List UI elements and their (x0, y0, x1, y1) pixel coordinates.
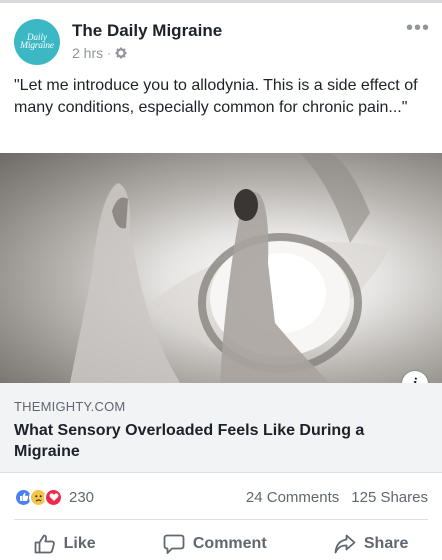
meta-separator: · (107, 46, 112, 60)
link-preview-image[interactable]: i (0, 153, 442, 383)
page-name-link[interactable]: The Daily Migraine (72, 21, 222, 41)
engagement-counts: 24 Comments 125 Shares (246, 489, 428, 506)
love-icon (44, 487, 63, 507)
facebook-post: Daily Migraine The Daily Migraine 2 hrs … (0, 0, 442, 560)
comment-button[interactable]: Comment (163, 534, 267, 555)
post-meta: 2 hrs · (72, 45, 127, 61)
post-header: Daily Migraine The Daily Migraine 2 hrs … (12, 17, 430, 67)
like-label: Like (63, 535, 96, 552)
thumbs-up-icon (34, 534, 55, 554)
post-actions: Like Comment Share (0, 529, 442, 559)
action-divider (14, 519, 428, 520)
link-headline[interactable]: What Sensory Overloaded Feels Like Durin… (14, 420, 428, 462)
comment-bubble-icon (163, 534, 185, 554)
post-timestamp[interactable]: 2 hrs (72, 45, 103, 61)
shares-count-link[interactable]: 125 Shares (351, 489, 428, 506)
post-text: "Let me introduce you to allodynia. This… (14, 77, 418, 116)
page-avatar[interactable]: Daily Migraine (14, 19, 60, 65)
share-button[interactable]: Share (334, 534, 408, 554)
post-stats: 230 24 Comments 125 Shares (14, 485, 428, 509)
reaction-count: 230 (69, 488, 95, 506)
eye-and-hands-illustration (70, 153, 390, 383)
avatar-text-line2: Migraine (20, 41, 54, 51)
share-arrow-icon (334, 534, 356, 554)
gear-icon[interactable] (115, 47, 127, 59)
share-label: Share (363, 535, 409, 552)
link-domain: THEMIGHTY.COM (14, 399, 126, 414)
more-options-button[interactable]: ••• (406, 18, 430, 38)
comment-label: Comment (192, 535, 267, 552)
reactions-summary[interactable]: 230 (14, 487, 95, 507)
link-preview-caption[interactable]: THEMIGHTY.COM What Sensory Overloaded Fe… (0, 383, 442, 473)
comments-count-link[interactable]: 24 Comments (246, 489, 339, 506)
like-button[interactable]: Like (34, 534, 96, 554)
